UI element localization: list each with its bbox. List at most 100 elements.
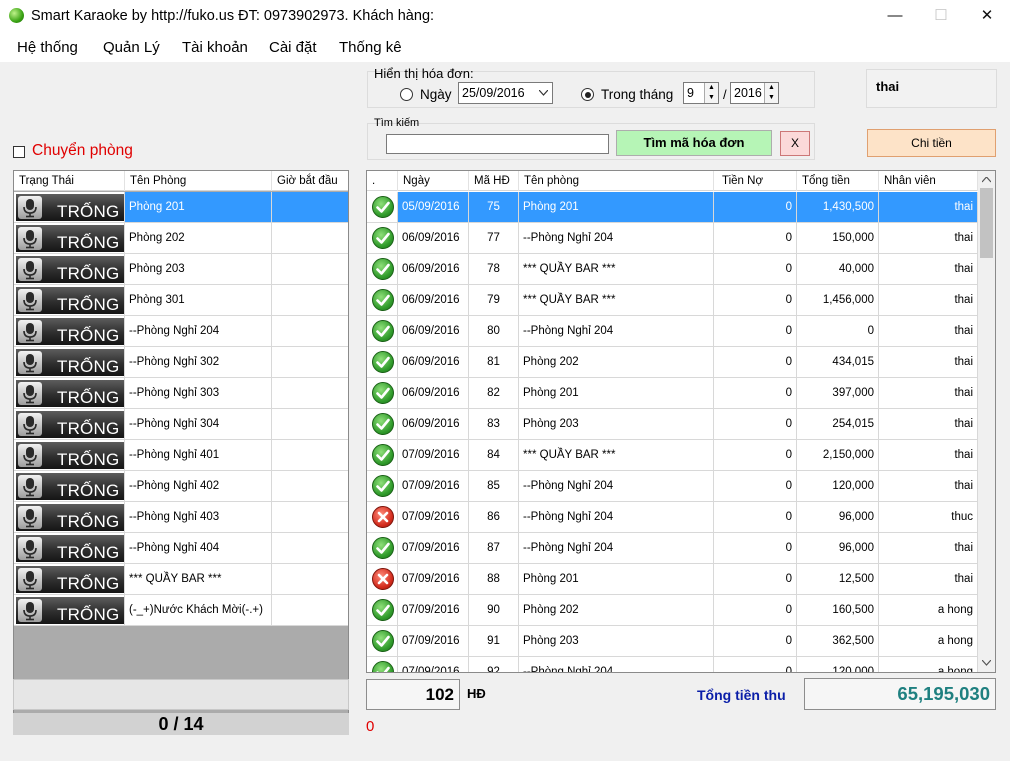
col-invoice-room[interactable]: Tên phòng xyxy=(519,171,714,191)
room-status-tile[interactable]: TRỐNG xyxy=(16,504,124,531)
room-status-tile[interactable]: TRỐNG xyxy=(16,535,124,562)
invoice-row[interactable]: 07/09/2016 88 Phòng 201 0 12,500 thai xyxy=(367,564,978,595)
scroll-down-icon[interactable] xyxy=(982,660,991,666)
menu-thong-ke[interactable]: Thống kê xyxy=(339,39,402,56)
col-status[interactable]: Trạng Thái xyxy=(14,171,125,191)
room-status-tile[interactable]: TRỐNG xyxy=(16,566,124,593)
menu-he-thong[interactable]: Hệ thống xyxy=(17,39,78,56)
room-row[interactable]: TRỐNG Phòng 203 xyxy=(14,254,348,285)
invoice-row[interactable]: 06/09/2016 77 --Phòng Nghỉ 204 0 150,000 thai xyxy=(367,223,978,254)
paid-check-icon xyxy=(372,258,394,280)
microphone-icon xyxy=(18,351,42,374)
room-status-tile[interactable]: TRỐNG xyxy=(16,597,124,624)
invoice-row[interactable]: 07/09/2016 86 --Phòng Nghỉ 204 0 96,000 thuc xyxy=(367,502,978,533)
room-row[interactable]: TRỐNG (-_+)Nước Khách Mời(-.+) xyxy=(14,595,348,626)
invoice-date: 07/09/2016 xyxy=(398,657,469,672)
search-input[interactable] xyxy=(386,134,609,154)
invoice-row[interactable]: 06/09/2016 78 *** QUẦY BAR *** 0 40,000 thai xyxy=(367,254,978,285)
invoice-status-cell xyxy=(367,285,398,316)
transfer-room-checkbox[interactable] xyxy=(13,146,25,158)
room-row[interactable]: TRỐNG Phòng 201 xyxy=(14,192,348,223)
invoice-row[interactable]: 07/09/2016 85 --Phòng Nghỉ 204 0 120,000 thai xyxy=(367,471,978,502)
invoice-id: 82 xyxy=(469,378,519,409)
invoice-id: 79 xyxy=(469,285,519,316)
room-status-tile[interactable]: TRỐNG xyxy=(16,442,124,469)
room-row[interactable]: TRỐNG --Phòng Nghỉ 204 xyxy=(14,316,348,347)
room-status-tile[interactable]: TRỐNG xyxy=(16,194,124,221)
room-row[interactable]: TRỐNG --Phòng Nghỉ 401 xyxy=(14,440,348,471)
col-staff[interactable]: Nhân viên xyxy=(879,171,978,191)
room-row[interactable]: TRỐNG --Phòng Nghỉ 403 xyxy=(14,502,348,533)
expense-button[interactable]: Chi tiền xyxy=(867,129,996,157)
invoice-row[interactable]: 07/09/2016 84 *** QUẦY BAR *** 0 2,150,000 th… xyxy=(367,440,978,471)
room-row[interactable]: TRỐNG --Phòng Nghỉ 402 xyxy=(14,471,348,502)
invoice-staff: thai xyxy=(879,564,978,595)
invoice-row[interactable]: 06/09/2016 82 Phòng 201 0 397,000 thai xyxy=(367,378,978,409)
minimize-button[interactable]: — xyxy=(872,0,918,32)
invoice-row[interactable]: 05/09/2016 75 Phòng 201 0 1,430,500 thai xyxy=(367,192,978,223)
room-status-text: TRỐNG xyxy=(57,512,120,531)
invoice-filter-label: Hiển thị hóa đơn: xyxy=(374,66,474,81)
year-stepper[interactable]: 2016 ▲ ▼ xyxy=(730,82,779,104)
col-invoice-id[interactable]: Mã HĐ xyxy=(469,171,519,191)
room-status-tile[interactable]: TRỐNG xyxy=(16,411,124,438)
col-date[interactable]: Ngày xyxy=(398,171,469,191)
room-start-cell xyxy=(272,347,348,378)
clear-search-button[interactable]: X xyxy=(780,131,810,156)
date-picker[interactable]: 25/09/2016 xyxy=(458,82,553,104)
room-status-text: TRỐNG xyxy=(57,388,120,407)
col-total[interactable]: Tổng tiền xyxy=(797,171,879,191)
maximize-button[interactable]: ☐ xyxy=(918,0,964,32)
col-status-icon[interactable]: . xyxy=(367,171,398,191)
invoices-scrollbar[interactable] xyxy=(978,171,995,672)
find-invoice-button[interactable]: Tìm mã hóa đơn xyxy=(616,130,772,156)
scroll-up-icon[interactable] xyxy=(982,177,991,183)
room-status-text: TRỐNG xyxy=(57,357,120,376)
in-month-radio[interactable] xyxy=(581,88,594,101)
invoice-row[interactable]: 07/09/2016 87 --Phòng Nghỉ 204 0 96,000 thai xyxy=(367,533,978,564)
room-row[interactable]: TRỐNG *** QUẦY BAR *** xyxy=(14,564,348,595)
room-status-tile[interactable]: TRỐNG xyxy=(16,380,124,407)
room-status-tile[interactable]: TRỐNG xyxy=(16,318,124,345)
invoice-row[interactable]: 06/09/2016 81 Phòng 202 0 434,015 thai xyxy=(367,347,978,378)
main-area: Hiển thị hóa đơn: Ngày 25/09/2016 Trong … xyxy=(0,62,1010,761)
room-start-cell xyxy=(272,533,348,564)
invoice-room: Phòng 203 xyxy=(519,626,714,657)
room-row[interactable]: TRỐNG --Phòng Nghỉ 404 xyxy=(14,533,348,564)
invoice-staff: a hong xyxy=(879,595,978,626)
col-start-time[interactable]: Giờ bắt đầu xyxy=(272,171,348,191)
room-row[interactable]: TRỐNG Phòng 202 xyxy=(14,223,348,254)
invoice-row[interactable]: 06/09/2016 79 *** QUẦY BAR *** 0 1,456,000 th… xyxy=(367,285,978,316)
month-spin-arrows[interactable]: ▲ ▼ xyxy=(704,83,718,103)
room-row[interactable]: TRỐNG --Phòng Nghỉ 302 xyxy=(14,347,348,378)
room-row[interactable]: TRỐNG Phòng 301 xyxy=(14,285,348,316)
room-status-tile[interactable]: TRỐNG xyxy=(16,225,124,252)
room-status-tile[interactable]: TRỐNG xyxy=(16,256,124,283)
room-status-tile[interactable]: TRỐNG xyxy=(16,287,124,314)
invoice-row[interactable]: 06/09/2016 83 Phòng 203 0 254,015 thai xyxy=(367,409,978,440)
month-stepper[interactable]: 9 ▲ ▼ xyxy=(683,82,719,104)
invoice-row[interactable]: 06/09/2016 80 --Phòng Nghỉ 204 0 0 thai xyxy=(367,316,978,347)
room-status-cell: TRỐNG xyxy=(14,285,125,316)
menu-tai-khoan[interactable]: Tài khoản xyxy=(182,39,248,56)
col-debt[interactable]: Tiền Nợ xyxy=(714,171,797,191)
invoice-debt: 0 xyxy=(714,657,797,672)
year-spin-arrows[interactable]: ▲ ▼ xyxy=(764,83,778,103)
invoice-staff: thai xyxy=(879,471,978,502)
menu-cai-dat[interactable]: Cài đặt xyxy=(269,39,317,56)
scrollbar-thumb[interactable] xyxy=(980,188,993,258)
invoice-total: 1,456,000 xyxy=(797,285,879,316)
by-day-radio[interactable] xyxy=(400,88,413,101)
room-row[interactable]: TRỐNG --Phòng Nghỉ 304 xyxy=(14,409,348,440)
col-room-name[interactable]: Tên Phòng xyxy=(125,171,272,191)
invoice-row[interactable]: 07/09/2016 90 Phòng 202 0 160,500 a hong xyxy=(367,595,978,626)
invoice-row[interactable]: 07/09/2016 92 --Phòng Nghỉ 204 0 120,000 a ho… xyxy=(367,657,978,672)
room-status-tile[interactable]: TRỐNG xyxy=(16,349,124,376)
close-window-button[interactable]: ✕ xyxy=(964,0,1010,32)
room-status-cell: TRỐNG xyxy=(14,378,125,409)
invoice-row[interactable]: 07/09/2016 91 Phòng 203 0 362,500 a hong xyxy=(367,626,978,657)
menu-quan-ly[interactable]: Quản Lý xyxy=(103,39,160,56)
room-row[interactable]: TRỐNG --Phòng Nghỉ 303 xyxy=(14,378,348,409)
invoice-staff: a hong xyxy=(879,626,978,657)
room-status-tile[interactable]: TRỐNG xyxy=(16,473,124,500)
